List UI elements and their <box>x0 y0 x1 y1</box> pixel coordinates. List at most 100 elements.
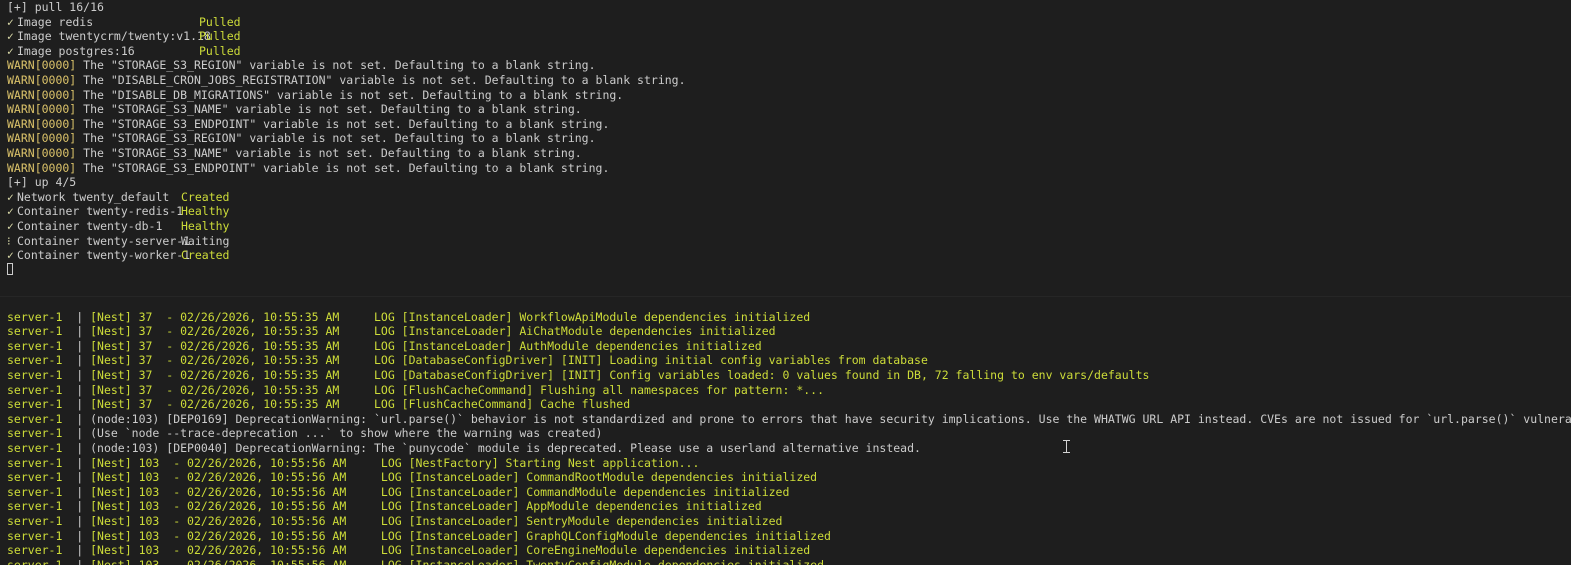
log-separator: | <box>76 309 91 324</box>
log-message: [FlushCacheCommand] Cache flushed <box>401 397 631 412</box>
resource-row: ✓ Container twenty-worker-1 Created <box>7 248 230 263</box>
service-label: server-1 <box>7 367 77 382</box>
log-prefix: [Nest] 103 - 02/26/2026, 10:55:56 AM LOG <box>90 455 409 470</box>
service-label: server-1 <box>7 557 77 565</box>
service-label: server-1 <box>7 382 77 397</box>
text-cursor-icon <box>1063 440 1070 453</box>
log-line: server-1 | (Use `node --trace-deprecatio… <box>7 426 602 441</box>
status-badge: Pulled <box>199 14 241 29</box>
status-badge: Pulled <box>199 43 241 58</box>
log-line: server-1 | [Nest] 37 - 02/26/2026, 10:55… <box>7 339 762 354</box>
service-label: server-1 <box>7 528 77 543</box>
log-separator: | <box>76 557 91 565</box>
log-line: server-1 | [Nest] 103 - 02/26/2026, 10:5… <box>7 456 699 471</box>
warning-line: WARN[0000] The "DISABLE_CRON_JOBS_REGIST… <box>7 73 686 87</box>
log-message: (node:103) [DEP0169] DeprecationWarning:… <box>90 411 1571 426</box>
log-separator: | <box>76 324 91 339</box>
log-separator: | <box>76 440 91 455</box>
status-badge: Created <box>181 189 230 204</box>
service-label: server-1 <box>7 484 77 499</box>
warning-line: WARN[0000] The "STORAGE_S3_REGION" varia… <box>7 131 596 146</box>
check-icon: ✓ <box>7 14 14 29</box>
log-message: [InstanceLoader] CoreEngineModule depend… <box>408 543 811 558</box>
log-separator: | <box>76 397 91 412</box>
log-line: server-1 | [Nest] 37 - 02/26/2026, 10:55… <box>7 383 824 398</box>
pull-header: [+] pull 16/16 <box>7 0 104 14</box>
log-separator: | <box>76 338 91 353</box>
log-separator: | <box>76 470 91 485</box>
log-prefix: [Nest] 103 - 02/26/2026, 10:55:56 AM LOG <box>90 470 409 485</box>
status-badge: Created <box>181 248 230 263</box>
log-separator: | <box>76 367 91 382</box>
log-separator: | <box>76 353 91 368</box>
log-separator: | <box>76 528 91 543</box>
log-line: server-1 | (node:103) [DEP0169] Deprecat… <box>7 412 1571 427</box>
image-row: ✓ Image redis Pulled <box>7 14 241 29</box>
service-label: server-1 <box>7 353 77 368</box>
service-label: server-1 <box>7 309 77 324</box>
service-label: server-1 <box>7 324 77 339</box>
terminal-cursor <box>7 263 13 275</box>
service-label: server-1 <box>7 411 77 426</box>
image-row: ✓ Image twentycrm/twenty:v1.18 Pulled <box>7 29 241 44</box>
log-message: [InstanceLoader] AppModule dependencies … <box>408 499 762 514</box>
log-prefix: [Nest] 37 - 02/26/2026, 10:55:35 AM LOG <box>90 353 402 368</box>
log-line: server-1 | [Nest] 37 - 02/26/2026, 10:55… <box>7 310 810 325</box>
log-message: [InstanceLoader] AiChatModule dependenci… <box>401 324 776 339</box>
warning-line: WARN[0000] The "STORAGE_S3_NAME" variabl… <box>7 146 582 160</box>
log-separator: | <box>76 513 91 528</box>
resource-row: ✓ Container twenty-db-1 Healthy <box>7 219 230 233</box>
log-prefix: [Nest] 37 - 02/26/2026, 10:55:35 AM LOG <box>90 367 402 382</box>
log-message: [InstanceLoader] TwentyConfigModule depe… <box>408 557 825 565</box>
log-message: [InstanceLoader] CommandModule dependenc… <box>408 484 790 499</box>
log-separator: | <box>76 499 91 514</box>
warning-line: WARN[0000] The "DISABLE_DB_MIGRATIONS" v… <box>7 87 624 102</box>
warning-line: WARN[0000] The "STORAGE_S3_REGION" varia… <box>7 58 596 73</box>
log-prefix: [Nest] 103 - 02/26/2026, 10:55:56 AM LOG <box>90 484 409 499</box>
resource-row: ⁝ Container twenty-server-1 Waiting <box>7 233 230 248</box>
log-separator: | <box>76 543 91 558</box>
log-separator: | <box>76 382 91 397</box>
service-label: server-1 <box>7 499 77 514</box>
log-separator: | <box>76 411 91 426</box>
log-prefix: [Nest] 37 - 02/26/2026, 10:55:35 AM LOG <box>90 324 402 339</box>
divider <box>0 296 1571 297</box>
log-prefix: [Nest] 37 - 02/26/2026, 10:55:35 AM LOG <box>90 338 402 353</box>
log-line: server-1 | [Nest] 103 - 02/26/2026, 10:5… <box>7 543 810 558</box>
log-line: server-1 | [Nest] 37 - 02/26/2026, 10:55… <box>7 324 776 339</box>
check-icon: ✓ <box>7 189 14 204</box>
image-row: ✓ Image postgres:16 Pulled <box>7 43 241 58</box>
service-label: server-1 <box>7 397 77 412</box>
log-prefix: [Nest] 103 - 02/26/2026, 10:55:56 AM LOG <box>90 543 409 558</box>
check-icon: ✓ <box>7 204 14 219</box>
check-icon: ✓ <box>7 219 14 233</box>
spinner-icon: ⁝ <box>7 233 11 248</box>
log-line: server-1 | [Nest] 37 - 02/26/2026, 10:55… <box>7 397 630 412</box>
log-separator: | <box>76 426 91 441</box>
log-line: server-1 | [Nest] 103 - 02/26/2026, 10:5… <box>7 558 824 565</box>
log-prefix: [Nest] 103 - 02/26/2026, 10:55:56 AM LOG <box>90 557 409 565</box>
log-message: [InstanceLoader] SentryModule dependenci… <box>408 513 783 528</box>
log-line: server-1 | [Nest] 103 - 02/26/2026, 10:5… <box>7 470 817 485</box>
log-prefix: [Nest] 103 - 02/26/2026, 10:55:56 AM LOG <box>90 499 409 514</box>
log-line: server-1 | (node:103) [DEP0040] Deprecat… <box>7 441 921 456</box>
service-label: server-1 <box>7 440 77 455</box>
check-icon: ✓ <box>7 29 14 44</box>
log-message: [DatabaseConfigDriver] [INIT] Config var… <box>401 367 1150 382</box>
warning-line: WARN[0000] The "STORAGE_S3_ENDPOINT" var… <box>7 160 610 175</box>
service-label: server-1 <box>7 513 77 528</box>
service-label: server-1 <box>7 338 77 353</box>
terminal[interactable]: [+] pull 16/16 ✓ Image redis Pulled ✓ Image… <box>0 0 1571 565</box>
service-label: server-1 <box>7 543 77 558</box>
log-line: server-1 | [Nest] 37 - 02/26/2026, 10:55… <box>7 368 1149 383</box>
service-label: server-1 <box>7 470 77 485</box>
up-header: [+] up 4/5 <box>7 175 77 190</box>
log-separator: | <box>76 455 91 470</box>
log-prefix: [Nest] 37 - 02/26/2026, 10:55:35 AM LOG <box>90 382 402 397</box>
log-message: [InstanceLoader] AuthModule dependencies… <box>401 338 762 353</box>
log-prefix: [Nest] 103 - 02/26/2026, 10:55:56 AM LOG <box>90 528 409 543</box>
log-line: server-1 | [Nest] 37 - 02/26/2026, 10:55… <box>7 353 928 368</box>
service-label: server-1 <box>7 455 77 470</box>
check-icon: ✓ <box>7 248 14 263</box>
log-message: [InstanceLoader] WorkflowApiModule depen… <box>401 309 811 324</box>
